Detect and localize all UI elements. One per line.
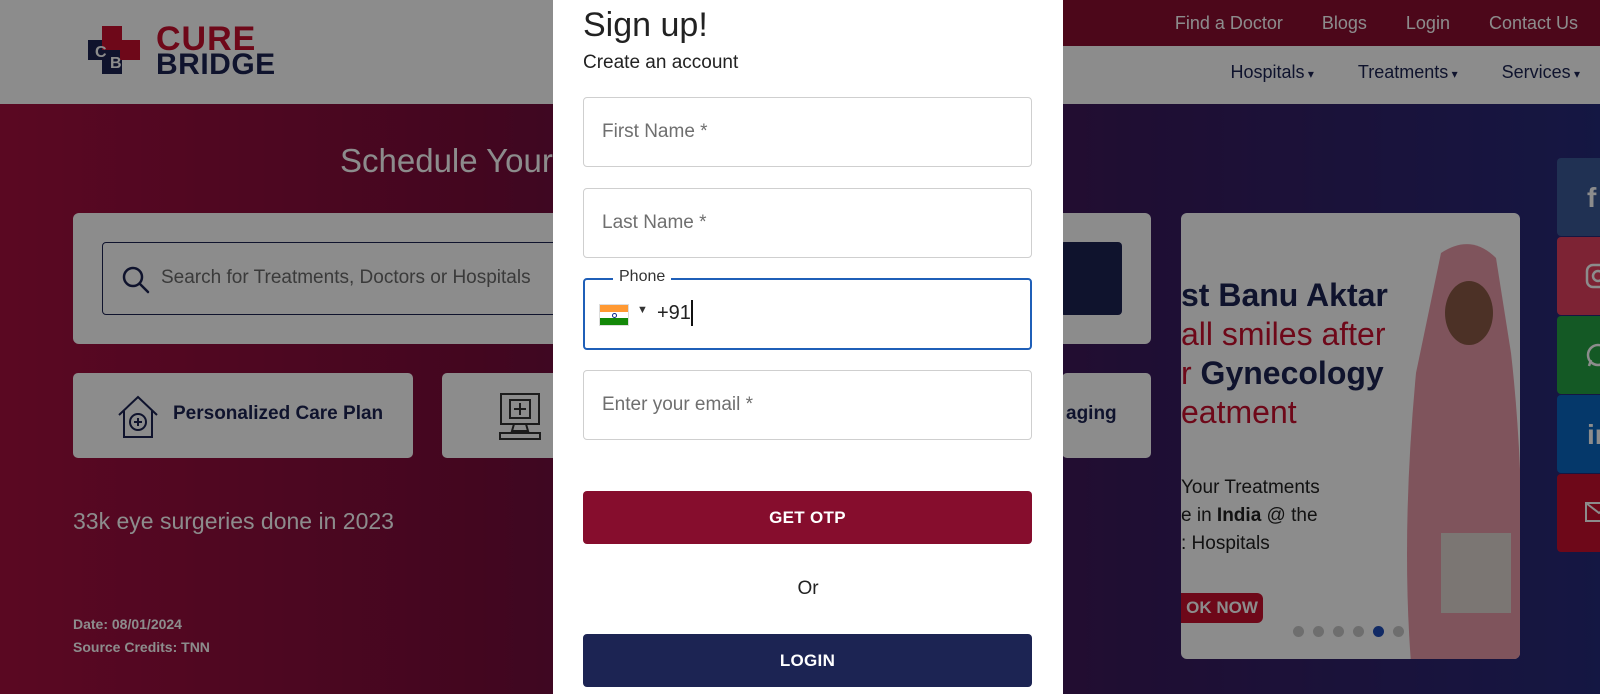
signup-modal: Sign up! Create an account Phone ▼ +91 G… (553, 0, 1063, 694)
country-dropdown-caret-icon[interactable]: ▼ (637, 304, 648, 316)
india-flag-icon[interactable] (599, 304, 629, 326)
phone-label: Phone (613, 268, 672, 286)
first-name-input[interactable] (584, 98, 1031, 166)
email-input[interactable] (584, 371, 1031, 439)
login-button[interactable]: LOGIN (583, 634, 1032, 687)
get-otp-button[interactable]: GET OTP (583, 491, 1032, 544)
phone-input[interactable]: +91 (657, 302, 691, 325)
text-cursor (691, 300, 693, 326)
or-divider: Or (797, 578, 819, 599)
email-field (583, 370, 1032, 440)
phone-field[interactable]: Phone ▼ +91 (583, 268, 1032, 350)
first-name-field (583, 97, 1032, 167)
modal-subtitle: Create an account (583, 52, 739, 73)
last-name-input[interactable] (584, 189, 1031, 257)
last-name-field (583, 188, 1032, 258)
modal-title: Sign up! (583, 6, 708, 44)
